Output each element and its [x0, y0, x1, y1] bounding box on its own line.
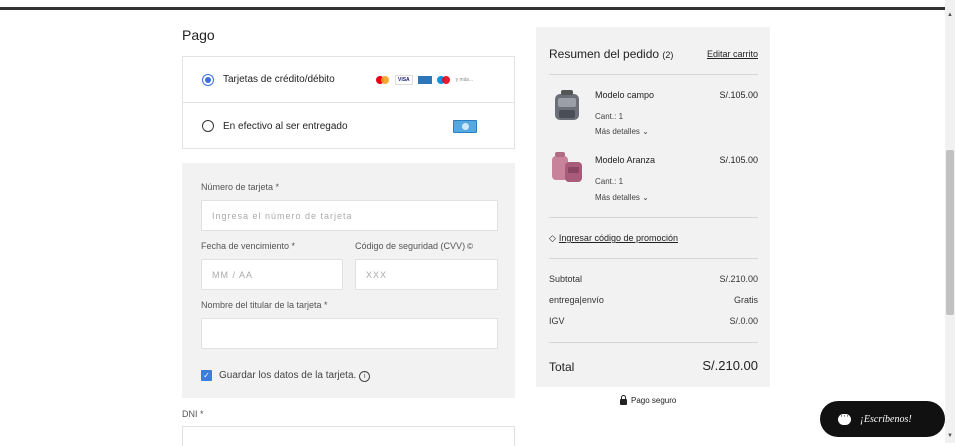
product-price: S/.105.00 — [719, 155, 758, 165]
cvv-info-icon[interactable]: © — [467, 242, 473, 251]
chevron-down-icon: ⌄ — [642, 127, 649, 136]
shipping-label: entrega|envío — [549, 295, 604, 305]
radio-cash[interactable] — [202, 120, 214, 132]
product-price: S/.105.00 — [719, 90, 758, 100]
product-more-details[interactable]: Más detalles ⌄ — [595, 127, 649, 136]
payment-title: Pago — [182, 27, 215, 43]
divider — [549, 258, 758, 259]
more-details-label: Más detalles — [595, 193, 640, 202]
info-icon[interactable]: i — [359, 371, 371, 382]
scroll-down-icon[interactable]: ▼ — [947, 433, 953, 439]
expiry-input[interactable]: MM / AA — [201, 259, 343, 290]
summary-count: (2) — [662, 50, 674, 60]
promo-code-link[interactable]: ◇ Ingresar código de promoción — [549, 233, 678, 244]
subtotal-label: Subtotal — [549, 274, 583, 284]
cvv-input[interactable]: XXX — [355, 259, 498, 290]
payment-options: Tarjetas de crédito/débito VISA y más...… — [182, 56, 515, 149]
summary-title: Resumen del pedido (2) — [549, 47, 673, 61]
dni-label: DNI * — [182, 409, 204, 419]
product-name: Modelo campo — [595, 90, 655, 100]
payment-option-card[interactable]: Tarjetas de crédito/débito VISA y más... — [183, 57, 514, 103]
holder-input[interactable] — [201, 318, 498, 349]
shipping-value: Gratis — [733, 295, 758, 305]
product-more-details[interactable]: Más detalles ⌄ — [595, 193, 649, 202]
card-logos: VISA y más... — [376, 74, 474, 85]
amex-icon — [417, 75, 432, 84]
secure-payment: Pago seguro — [620, 395, 677, 405]
more-details-label: Más detalles — [595, 127, 640, 136]
cvv-label-text: Código de seguridad (CVV) — [355, 241, 466, 251]
secure-label: Pago seguro — [631, 396, 677, 405]
chat-bubble-icon — [838, 411, 851, 425]
summary-title-text: Resumen del pedido — [549, 47, 660, 61]
chat-label: ¡Escríbenos! — [860, 413, 912, 425]
promo-code-label: Ingresar código de promoción — [558, 233, 678, 243]
divider — [549, 342, 758, 343]
product-name: Modelo Aranza — [595, 155, 656, 165]
mastercard-icon — [376, 75, 390, 84]
product-qty: Cant.: 1 — [595, 177, 624, 186]
payment-option-cash-label: En efectivo al ser entregado — [223, 120, 348, 132]
product-image-aranza[interactable] — [549, 150, 585, 186]
expiry-label: Fecha de vencimiento * — [201, 241, 296, 251]
subtotal-value: S/.210.00 — [719, 274, 758, 284]
edit-cart-link[interactable]: Editar carrito — [707, 49, 758, 59]
holder-label: Nombre del titular de la tarjeta * — [201, 300, 328, 310]
payment-option-card-label: Tarjetas de crédito/débito — [223, 74, 335, 85]
card-form: Número de tarjeta * Ingresa el número de… — [182, 163, 515, 398]
scroll-up-icon[interactable]: ▲ — [947, 12, 953, 18]
total-label: Total — [549, 360, 575, 374]
tax-value: S/.0.00 — [729, 316, 758, 326]
tag-icon: ◇ — [549, 233, 556, 243]
lock-icon — [620, 395, 627, 405]
visa-icon: VISA — [395, 74, 413, 85]
dni-input[interactable] — [182, 426, 515, 446]
scrollbar-thumb[interactable] — [946, 150, 954, 315]
product-image-campo[interactable] — [549, 88, 585, 124]
order-summary: Resumen del pedido (2) Editar carrito Mo… — [536, 27, 770, 387]
maestro-icon — [436, 75, 451, 84]
chat-button[interactable]: ¡Escríbenos! — [820, 401, 945, 437]
scrollbar[interactable]: ▲ ▼ — [945, 0, 955, 443]
card-number-label: Número de tarjeta * — [201, 182, 280, 192]
cvv-label: Código de seguridad (CVV) © — [355, 241, 473, 251]
divider — [549, 74, 758, 75]
radio-card[interactable] — [202, 73, 214, 86]
save-card-label-text: Guardar los datos de la tarjeta. — [219, 370, 357, 381]
total-value: S/.210.00 — [702, 358, 758, 373]
card-number-input[interactable]: Ingresa el número de tarjeta — [201, 200, 498, 231]
more-cards-label: y más... — [455, 76, 474, 83]
top-bar — [0, 0, 945, 10]
save-card-checkbox[interactable]: ✓ — [201, 370, 212, 381]
save-card-label: Guardar los datos de la tarjeta. i — [219, 370, 371, 382]
chevron-down-icon: ⌄ — [642, 193, 649, 202]
tax-label: IGV — [549, 316, 565, 326]
cash-icon — [453, 119, 477, 133]
payment-option-cash[interactable]: En efectivo al ser entregado — [183, 103, 514, 149]
divider — [549, 217, 758, 218]
product-qty: Cant.: 1 — [595, 112, 624, 121]
